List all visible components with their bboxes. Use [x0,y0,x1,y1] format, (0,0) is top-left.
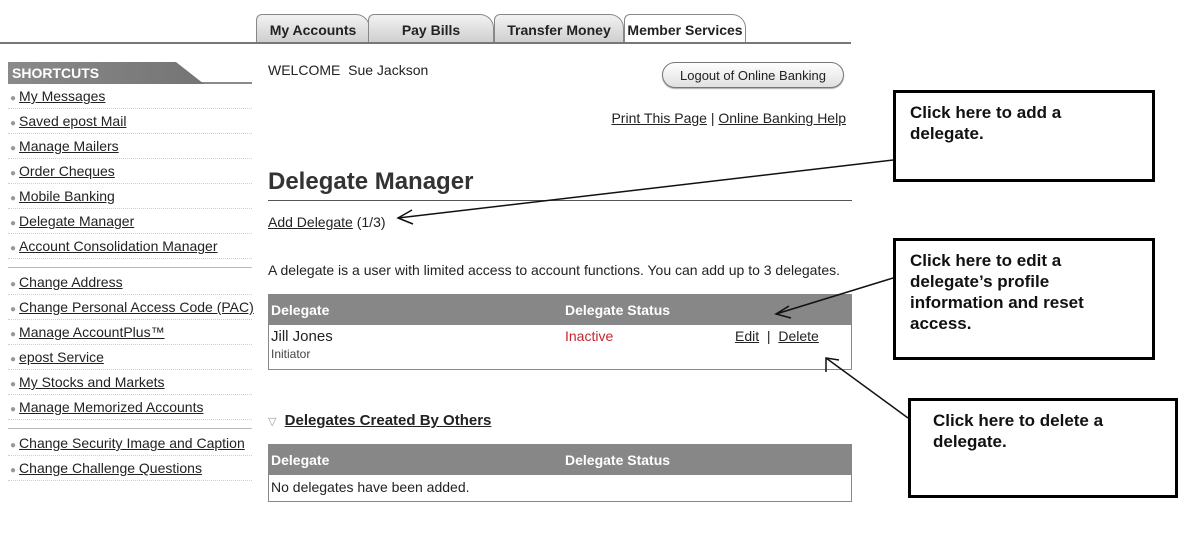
sidebar-item-label: Change Security Image and Caption [19,435,245,451]
others-delegates-table: Delegate Delegate Status No delegates ha… [268,444,852,502]
sidebar-item[interactable]: ● Manage AccountPlus™ [8,320,252,345]
delegates-table: Delegate Delegate Status Jill Jones Init… [268,294,852,370]
table-header: Delegate Delegate Status [269,445,851,475]
sidebar-item-label: epost Service [19,349,104,365]
add-delegate-link[interactable]: Add Delegate [268,214,353,230]
sidebar-group-divider [8,259,252,268]
sidebar-item-label: Manage Memorized Accounts [19,399,204,415]
shortcuts-sidebar: SHORTCUTS ● My Messages ● Saved epost Mail ●… [8,62,254,481]
others-section-toggle[interactable]: ▽ Delegates Created By Others [268,412,491,429]
sidebar-item-label: Change Address [19,274,123,290]
welcome-text: WELCOME Sue Jackson [268,62,428,78]
sidebar-item-label: Manage Mailers [19,138,119,154]
page-title: Delegate Manager [268,168,474,195]
col-delegate-header: Delegate [271,302,330,318]
sidebar-item-label: Account Consolidation Manager [19,238,218,254]
print-page-link[interactable]: Print This Page [611,110,706,126]
links-separator: | [710,110,715,126]
sidebar-item[interactable]: ● My Messages [8,84,252,109]
sidebar-item-label: Manage AccountPlus™ [19,324,165,340]
sidebar-header: SHORTCUTS [8,62,204,84]
delegate-status: Inactive [565,328,614,344]
bullet-icon: ● [10,304,17,315]
col-status-header: Delegate Status [565,452,671,468]
sidebar-item-label: My Stocks and Markets [19,374,165,390]
sidebar-item-label: Mobile Banking [19,188,115,204]
arrowhead-add [396,209,414,225]
title-divider [268,200,852,201]
user-name: Sue Jackson [348,62,429,78]
logout-button[interactable]: Logout of Online Banking [662,62,844,88]
delegate-role: Initiator [271,347,311,361]
bullet-icon: ● [10,93,17,104]
delete-link[interactable]: Delete [778,328,818,344]
sidebar-group-divider [8,420,252,429]
col-delegate-header: Delegate [271,452,330,468]
sidebar-item[interactable]: ● My Stocks and Markets [8,370,252,395]
bullet-icon: ● [10,218,17,229]
online-banking-help-link[interactable]: Online Banking Help [718,110,846,126]
delegate-count: (1/3) [356,214,386,230]
bullet-icon: ● [10,143,17,154]
bullet-icon: ● [10,404,17,415]
others-section-title: Delegates Created By Others [284,412,492,429]
bullet-icon: ● [10,118,17,129]
delegate-name: Jill Jones [271,328,333,345]
sidebar-item[interactable]: ● Delegate Manager [8,209,252,234]
bullet-icon: ● [10,193,17,204]
callout-edit-delegate: Click here to edit a delegate’s profile … [893,238,1155,360]
help-links: Print This Page | Online Banking Help [611,110,846,126]
bullet-icon: ● [10,465,17,476]
add-delegate-row: Add Delegate (1/3) [268,214,386,230]
table-row: Jill Jones Initiator Inactive Edit | Del… [269,325,851,369]
sidebar-item[interactable]: ● Change Address [8,270,252,295]
sidebar-item[interactable]: ● Account Consolidation Manager [8,234,252,259]
bullet-icon: ● [10,379,17,390]
table-row: No delegates have been added. [269,475,851,501]
callout-add-delegate: Click here to add a delegate. [893,90,1155,182]
intro-text: A delegate is a user with limited access… [268,262,841,278]
tab-my-accounts[interactable]: My Accounts [256,14,370,42]
bullet-icon: ● [10,354,17,365]
sidebar-item-label: Change Personal Access Code (PAC) [19,299,254,315]
bullet-icon: ● [10,279,17,290]
main-nav-tabs: My Accounts Pay Bills Transfer Money Mem… [256,14,756,42]
tab-member-services[interactable]: Member Services [624,14,746,42]
sidebar-item-label: Change Challenge Questions [19,460,202,476]
sidebar-item[interactable]: ● Manage Mailers [8,134,252,159]
sidebar-item[interactable]: ● Mobile Banking [8,184,252,209]
expand-triangle-icon: ▽ [268,416,277,428]
sidebar-item-label: Delegate Manager [19,213,135,229]
bullet-icon: ● [10,440,17,451]
sidebar-item[interactable]: ● epost Service [8,345,252,370]
actions-separator: | [766,328,771,344]
sidebar-item[interactable]: ● Change Security Image and Caption [8,431,252,456]
row-actions: Edit | Delete [735,328,819,344]
tab-transfer-money[interactable]: Transfer Money [494,14,624,42]
bullet-icon: ● [10,243,17,254]
sidebar-item-label: Order Cheques [19,163,115,179]
nav-divider [0,42,851,44]
sidebar-item[interactable]: ● Order Cheques [8,159,252,184]
edit-link[interactable]: Edit [735,328,759,344]
table-header: Delegate Delegate Status [269,295,851,325]
sidebar-item-label: My Messages [19,88,106,104]
bullet-icon: ● [10,329,17,340]
col-status-header: Delegate Status [565,302,671,318]
sidebar-item-label: Saved epost Mail [19,113,127,129]
sidebar-item[interactable]: ● Change Challenge Questions [8,456,252,481]
empty-message: No delegates have been added. [271,479,470,495]
callout-delete-delegate: Click here to delete a delegate. [908,398,1178,498]
bullet-icon: ● [10,168,17,179]
sidebar-item[interactable]: ● Change Personal Access Code (PAC) [8,295,254,320]
sidebar-list: ● My Messages ● Saved epost Mail ● Manage Mai… [8,84,254,481]
tab-pay-bills[interactable]: Pay Bills [368,14,494,42]
sidebar-item[interactable]: ● Manage Memorized Accounts [8,395,252,420]
sidebar-item[interactable]: ● Saved epost Mail [8,109,252,134]
welcome-label: WELCOME [268,62,341,78]
